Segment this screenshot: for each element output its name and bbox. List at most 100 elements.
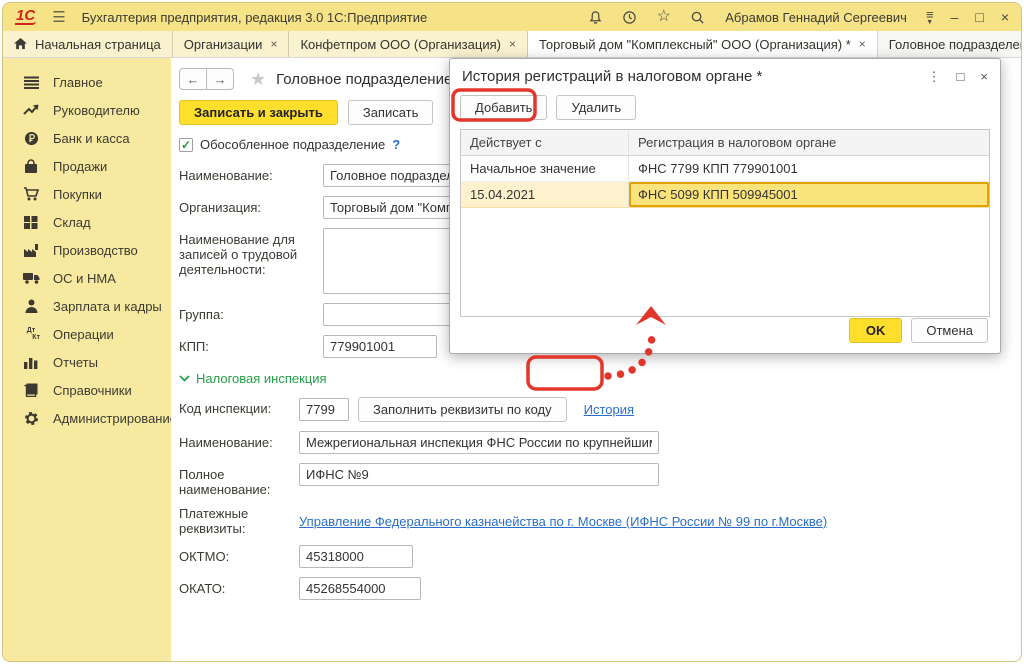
sidebar-item-label: Продажи (53, 159, 107, 174)
sidebar-item-label: Банк и касса (53, 131, 130, 146)
table-header-row: Действует с Регистрация в налоговом орга… (461, 130, 989, 156)
sidebar-item-label: Зарплата и кадры (53, 299, 162, 314)
sidebar-item-label: Отчеты (53, 355, 98, 370)
tab-label: Конфетпром ООО (Организация) (300, 37, 501, 52)
table-row-selected[interactable]: 15.04.2021 ФНС 5099 КПП 509945001 (461, 182, 989, 208)
labor-records-field-label: Наименование для записей о трудовой деят… (179, 228, 323, 277)
gear-icon (22, 410, 40, 426)
person-icon (22, 298, 40, 314)
save-button[interactable]: Записать (348, 100, 434, 125)
sidebar-item-otchety[interactable]: Отчеты (3, 348, 171, 376)
sidebar-item-glavnoe[interactable]: Главное (3, 68, 171, 96)
maximize-button[interactable]: □ (975, 10, 983, 24)
favorite-star-icon[interactable]: ★ (250, 70, 266, 88)
trend-icon (22, 102, 40, 118)
sidebar-item-sklad[interactable]: Склад (3, 208, 171, 236)
bar-chart-icon (22, 354, 40, 370)
sidebar-item-label: Производство (53, 243, 138, 258)
inspection-name-label: Наименование: (179, 431, 299, 450)
tab-konfetprom[interactable]: Конфетпром ООО (Организация) × (289, 31, 528, 57)
column-header-valid-from[interactable]: Действует с (461, 130, 629, 155)
cell-registration[interactable]: ФНС 5099 КПП 509945001 (629, 182, 989, 207)
tab-label: Организации (184, 37, 263, 52)
okato-input[interactable] (299, 577, 421, 600)
ok-button[interactable]: OK (849, 318, 903, 343)
sidebar-item-rukovoditelyu[interactable]: Руководителю (3, 96, 171, 124)
1c-logo-icon: 1С (15, 9, 36, 25)
delete-button[interactable]: Удалить (556, 95, 636, 120)
close-button[interactable]: × (1001, 10, 1009, 24)
sidebar-item-label: Склад (53, 215, 91, 230)
kpp-input[interactable] (323, 335, 437, 358)
dialog-maximize-icon[interactable]: □ (957, 70, 965, 83)
sidebar-item-administrirovanie[interactable]: Администрирование (3, 404, 171, 432)
tab-close-icon[interactable]: × (859, 37, 866, 51)
tab-bar: Начальная страница Организации × Конфетп… (3, 31, 1021, 58)
dialog-more-icon[interactable]: ⋮ (928, 70, 941, 83)
truck-icon (22, 270, 40, 286)
tax-inspection-section-title: Налоговая инспекция (196, 371, 327, 386)
history-link[interactable]: История (584, 402, 634, 417)
sidebar-nav: Главное Руководителю Банк и касса Продаж… (3, 58, 171, 662)
cell-registration[interactable]: ФНС 7799 КПП 779901001 (629, 156, 989, 181)
sidebar-item-zarplata-kadry[interactable]: Зарплата и кадры (3, 292, 171, 320)
sidebar-item-prodazhi[interactable]: Продажи (3, 152, 171, 180)
menu-lines-icon (22, 74, 40, 90)
sidebar-item-os-nma[interactable]: ОС и НМА (3, 264, 171, 292)
column-header-registration[interactable]: Регистрация в налоговом органе (629, 130, 989, 155)
titlebar-actions: ☆ Абрамов Геннадий Сергеевич ≡▼ – □ × (587, 9, 1009, 26)
tab-torgovy-dom[interactable]: Торговый дом "Комплексный" ООО (Организа… (528, 31, 878, 57)
save-and-close-button[interactable]: Записать и закрыть (179, 100, 338, 125)
separate-division-checkbox[interactable]: ✓ (179, 138, 193, 152)
nav-forward-button[interactable]: → (206, 68, 234, 90)
sidebar-item-pokupki[interactable]: Покупки (3, 180, 171, 208)
okato-label: ОКАТО: (179, 577, 299, 596)
history-clock-icon[interactable] (621, 9, 638, 26)
group-field-label: Группа: (179, 303, 323, 322)
main-menu-icon[interactable]: ☰ (52, 8, 65, 26)
home-icon (14, 38, 27, 50)
sidebar-item-operacii[interactable]: ДтКт Операции (3, 320, 171, 348)
inspection-full-name-input[interactable] (299, 463, 659, 486)
inspection-code-input[interactable] (299, 398, 349, 421)
name-field-label: Наименование: (179, 164, 323, 183)
nav-back-button[interactable]: ← (179, 68, 207, 90)
tab-label: Торговый дом "Комплексный" ООО (Организа… (539, 37, 851, 52)
tab-golovnoe-podrazdelenie[interactable]: Головное подразделение (Подразделение) × (878, 31, 1022, 57)
cell-valid-from[interactable]: Начальное значение (461, 156, 629, 181)
sidebar-item-proizvodstvo[interactable]: Производство (3, 236, 171, 264)
cell-valid-from[interactable]: 15.04.2021 (461, 182, 629, 207)
search-icon[interactable] (689, 9, 706, 26)
minimize-button[interactable]: – (951, 10, 959, 24)
service-menu-icon[interactable]: ≡▼ (926, 10, 934, 25)
sidebar-item-spravochniki[interactable]: Справочники (3, 376, 171, 404)
inspection-name-input[interactable] (299, 431, 659, 454)
tax-inspection-section-toggle[interactable]: Налоговая инспекция (179, 371, 1021, 386)
dialog-close-icon[interactable]: × (980, 70, 988, 83)
help-question-link[interactable]: ? (392, 137, 400, 152)
payment-requisites-link[interactable]: Управление Федерального казначейства по … (299, 514, 827, 529)
inspection-code-label: Код инспекции: (179, 397, 299, 416)
tab-label: Головное подразделение (Подразделение) (889, 37, 1022, 52)
inspection-full-name-label: Полное наименование: (179, 463, 299, 497)
sidebar-item-bank-kassa[interactable]: Банк и касса (3, 124, 171, 152)
app-window: 1С ☰ Бухгалтерия предприятия, редакция 3… (2, 2, 1022, 662)
add-button[interactable]: Добавить (460, 95, 547, 120)
tab-home[interactable]: Начальная страница (3, 31, 173, 57)
table-row[interactable]: Начальное значение ФНС 7799 КПП 77990100… (461, 156, 989, 182)
sidebar-item-label: Главное (53, 75, 103, 90)
tab-organizations[interactable]: Организации × (173, 31, 290, 57)
separate-division-label: Обособленное подразделение (200, 137, 385, 152)
current-user[interactable]: Абрамов Геннадий Сергеевич (725, 10, 907, 25)
tab-close-icon[interactable]: × (509, 37, 516, 51)
dt-kt-icon: ДтКт (22, 326, 40, 342)
tab-close-icon[interactable]: × (270, 37, 277, 51)
notifications-bell-icon[interactable] (587, 9, 604, 26)
ruble-circle-icon (22, 130, 40, 146)
cancel-button[interactable]: Отмена (911, 318, 988, 343)
book-icon (22, 382, 40, 398)
oktmo-input[interactable] (299, 545, 413, 568)
sidebar-item-label: Руководителю (53, 103, 140, 118)
fill-requisites-button[interactable]: Заполнить реквизиты по коду (358, 397, 567, 422)
favorites-star-icon[interactable]: ☆ (655, 9, 672, 26)
